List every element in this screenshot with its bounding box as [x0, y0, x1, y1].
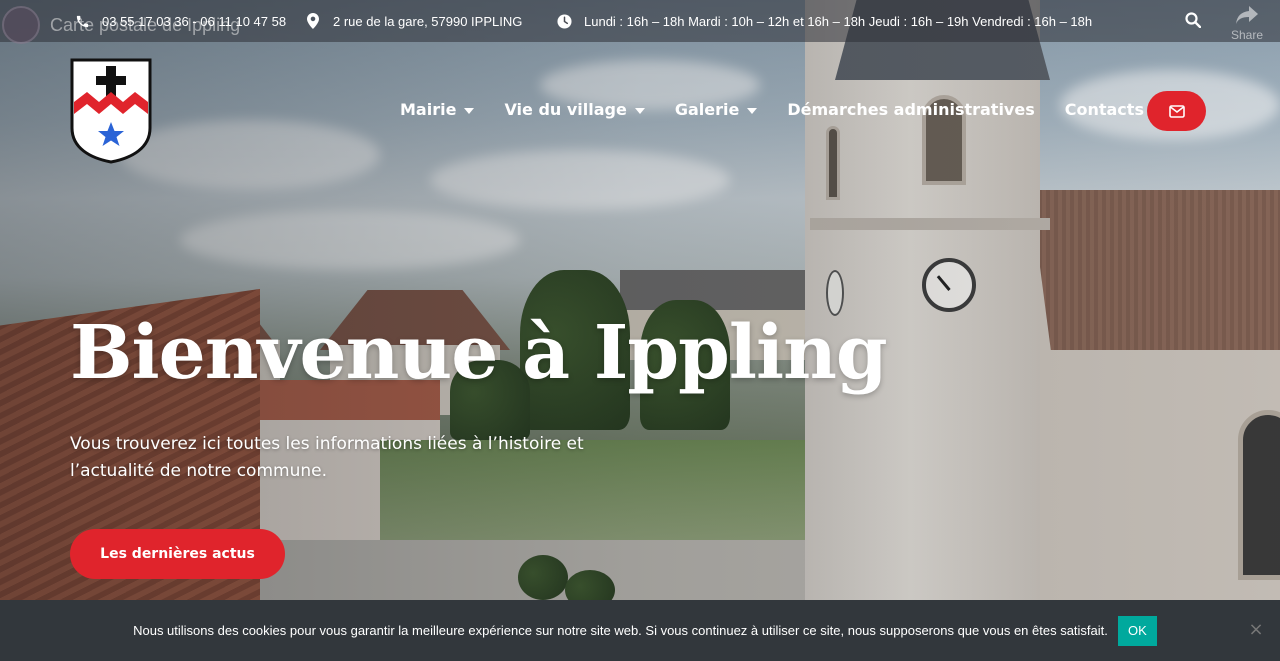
address-text: 2 rue de la gare, 57990 IPPLING — [333, 13, 523, 29]
chevron-down-icon — [747, 107, 758, 114]
main-navigation: Mairie Vie du village Galerie Démarches … — [400, 100, 1192, 119]
opening-hours-info: Lundi : 16h – 18h Mardi : 10h – 12h et 1… — [556, 13, 1092, 29]
nav-item-label: Vie du village — [504, 100, 627, 119]
cookie-notice-text: Nous utilisons des cookies pour vous gar… — [133, 623, 1108, 638]
share-button[interactable]: Share — [1226, 6, 1268, 42]
nav-item-label: Galerie — [674, 100, 740, 119]
latest-news-button[interactable]: Les dernières actus — [70, 529, 285, 579]
chevron-down-icon — [634, 107, 645, 114]
nav-item-label: Mairie — [400, 100, 457, 119]
village-coat-of-arms-logo[interactable] — [70, 58, 152, 164]
search-icon[interactable] — [1185, 12, 1203, 30]
phone-numbers: 03 55 17 03 36 - 06 11 10 47 58 — [102, 13, 287, 29]
cookie-consent-bar: Nous utilisons des cookies pour vous gar… — [0, 600, 1280, 661]
map-pin-icon — [305, 13, 321, 29]
nav-item-label: Démarches administratives — [787, 100, 1035, 119]
address-info[interactable]: 2 rue de la gare, 57990 IPPLING — [305, 13, 522, 29]
mail-contact-button[interactable] — [1147, 91, 1206, 131]
nav-item-demarches-administratives[interactable]: Démarches administratives — [787, 100, 1034, 119]
nav-item-label: Contacts — [1064, 100, 1144, 119]
close-icon[interactable]: × — [1247, 621, 1265, 639]
share-label: Share — [1230, 28, 1264, 42]
nav-item-vie-du-village[interactable]: Vie du village — [504, 100, 645, 119]
cookie-accept-button[interactable]: OK — [1117, 615, 1157, 646]
channel-avatar[interactable] — [2, 6, 40, 44]
opening-hours-text: Lundi : 16h – 18h Mardi : 10h – 12h et 1… — [584, 13, 1093, 29]
share-icon — [1236, 6, 1258, 24]
nav-item-mairie[interactable]: Mairie — [400, 100, 475, 119]
hero-subtitle: Vous trouverez ici toutes les informatio… — [70, 434, 584, 481]
phone-icon — [74, 13, 90, 29]
clock-icon — [556, 13, 572, 29]
hero-title: Bienvenue à Ippling — [70, 310, 888, 396]
chevron-down-icon — [464, 107, 475, 114]
phone-info[interactable]: 03 55 17 03 36 - 06 11 10 47 58 — [74, 13, 286, 29]
top-info-bar: Carte postale de Ippling 03 55 17 03 36 … — [0, 0, 1280, 44]
nav-item-galerie[interactable]: Galerie — [675, 100, 758, 119]
envelope-icon — [1168, 104, 1185, 118]
